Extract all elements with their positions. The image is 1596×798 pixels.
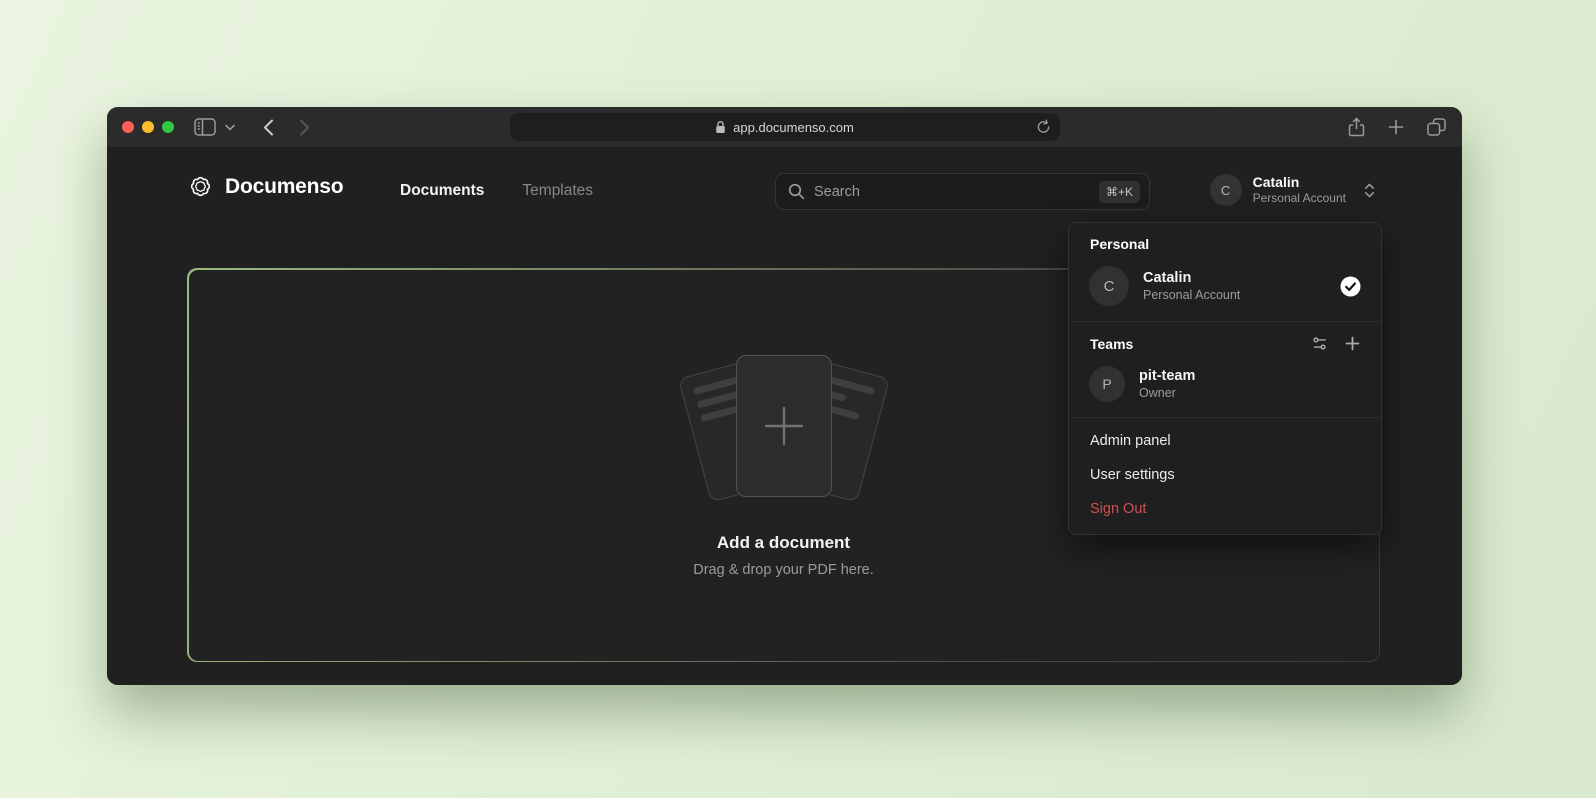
documenso-logo-icon xyxy=(187,173,214,200)
personal-account-item[interactable]: C Catalin Personal Account xyxy=(1080,261,1370,311)
reload-icon[interactable] xyxy=(1036,119,1051,135)
personal-section-label: Personal xyxy=(1080,236,1370,252)
add-team-icon[interactable] xyxy=(1345,336,1360,351)
url-bar[interactable]: app.documenso.com xyxy=(510,113,1060,141)
account-dropdown-menu: Personal C Catalin Personal Account xyxy=(1068,222,1382,535)
app-page: Documenso Documents Templates ⌘+K C Cata… xyxy=(107,147,1462,685)
avatar: C xyxy=(1089,266,1129,306)
browser-toolbar: app.documenso.com xyxy=(107,107,1462,147)
forward-icon[interactable] xyxy=(299,113,310,141)
chevron-up-down-icon xyxy=(1363,182,1376,199)
account-menu-button[interactable]: C Catalin Personal Account xyxy=(1210,174,1376,206)
manage-teams-icon[interactable] xyxy=(1311,335,1328,352)
brand-name: Documenso xyxy=(225,175,343,199)
close-window-button[interactable] xyxy=(122,121,134,133)
brand[interactable]: Documenso xyxy=(187,173,343,200)
teams-section-label: Teams xyxy=(1090,336,1133,352)
search-shortcut-badge: ⌘+K xyxy=(1099,181,1140,203)
search-box: ⌘+K xyxy=(775,173,1150,210)
chevron-down-icon[interactable] xyxy=(225,113,235,141)
avatar: C xyxy=(1210,174,1242,206)
account-subtitle: Personal Account xyxy=(1253,191,1346,206)
tab-overview-icon[interactable] xyxy=(1427,113,1446,141)
url-text: app.documenso.com xyxy=(733,120,854,135)
nav-documents[interactable]: Documents xyxy=(400,182,484,200)
dropzone-title: Add a document xyxy=(717,533,850,553)
menu-actions: Admin panel User settings Sign Out xyxy=(1069,418,1381,534)
menu-item-admin-panel[interactable]: Admin panel xyxy=(1069,424,1381,458)
team-role: Owner xyxy=(1139,385,1195,401)
sidebar-icon[interactable] xyxy=(194,113,216,141)
traffic-lights xyxy=(122,121,174,133)
browser-window: app.documenso.com xyxy=(107,107,1462,685)
teams-section: Teams xyxy=(1069,322,1381,417)
team-avatar: P xyxy=(1089,366,1125,402)
zoom-window-button[interactable] xyxy=(162,121,174,133)
team-name: pit-team xyxy=(1139,367,1195,385)
team-item[interactable]: P pit-team Owner xyxy=(1080,361,1370,407)
minimize-window-button[interactable] xyxy=(142,121,154,133)
back-icon[interactable] xyxy=(263,113,274,141)
account-name: Catalin xyxy=(1253,174,1346,191)
plus-icon xyxy=(761,403,807,449)
illustration-card-center xyxy=(736,355,832,497)
account-subtitle: Personal Account xyxy=(1143,287,1240,303)
search-icon xyxy=(788,183,805,200)
dropzone-subtitle: Drag & drop your PDF here. xyxy=(693,562,874,578)
menu-item-sign-out[interactable]: Sign Out xyxy=(1069,492,1381,526)
document-stack-illustration xyxy=(669,353,899,503)
selected-check-icon xyxy=(1340,276,1361,297)
search-input[interactable] xyxy=(814,184,1090,200)
account-name: Catalin xyxy=(1143,269,1240,287)
nav-templates[interactable]: Templates xyxy=(522,182,593,200)
lock-icon xyxy=(715,120,726,134)
personal-section: Personal C Catalin Personal Account xyxy=(1069,223,1381,321)
main-nav: Documents Templates xyxy=(400,182,593,200)
share-icon[interactable] xyxy=(1348,113,1365,141)
menu-item-user-settings[interactable]: User settings xyxy=(1069,458,1381,492)
new-tab-icon[interactable] xyxy=(1388,113,1404,141)
